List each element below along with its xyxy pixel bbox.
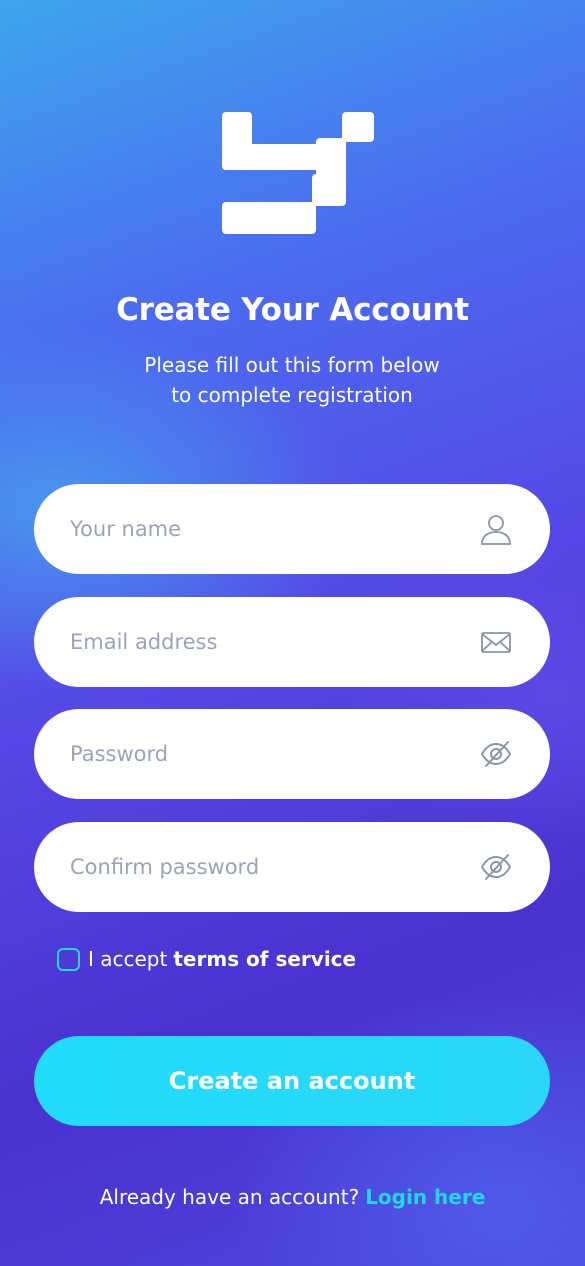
name-input[interactable] bbox=[70, 517, 450, 541]
login-prompt: Already have an account? Login here bbox=[0, 1185, 585, 1209]
login-prompt-text: Already have an account? bbox=[99, 1185, 360, 1209]
subtitle-line-2: to complete registration bbox=[171, 383, 413, 407]
eye-off-icon[interactable] bbox=[478, 849, 514, 885]
password-field[interactable] bbox=[34, 709, 550, 799]
name-field[interactable] bbox=[34, 484, 550, 574]
password-input[interactable] bbox=[70, 742, 450, 766]
terms-checkbox[interactable] bbox=[57, 947, 80, 971]
brand-logo-icon bbox=[222, 112, 374, 234]
eye-off-icon[interactable] bbox=[478, 736, 514, 772]
page-subtitle: Please fill out this form below to compl… bbox=[92, 350, 492, 410]
terms-row: I accept terms of service bbox=[57, 946, 356, 972]
confirm-password-field[interactable] bbox=[34, 822, 550, 912]
envelope-icon bbox=[478, 624, 514, 660]
email-field[interactable] bbox=[34, 597, 550, 687]
email-input[interactable] bbox=[70, 630, 450, 654]
terms-label: I accept bbox=[88, 947, 168, 971]
page-title: Create Your Account bbox=[116, 292, 469, 328]
user-icon bbox=[478, 511, 514, 547]
subtitle-line-1: Please fill out this form below bbox=[144, 353, 440, 377]
terms-of-service-link[interactable]: terms of service bbox=[173, 947, 356, 971]
create-account-button[interactable]: Create an account bbox=[34, 1036, 550, 1126]
login-link[interactable]: Login here bbox=[365, 1185, 485, 1209]
confirm-password-input[interactable] bbox=[70, 855, 450, 879]
